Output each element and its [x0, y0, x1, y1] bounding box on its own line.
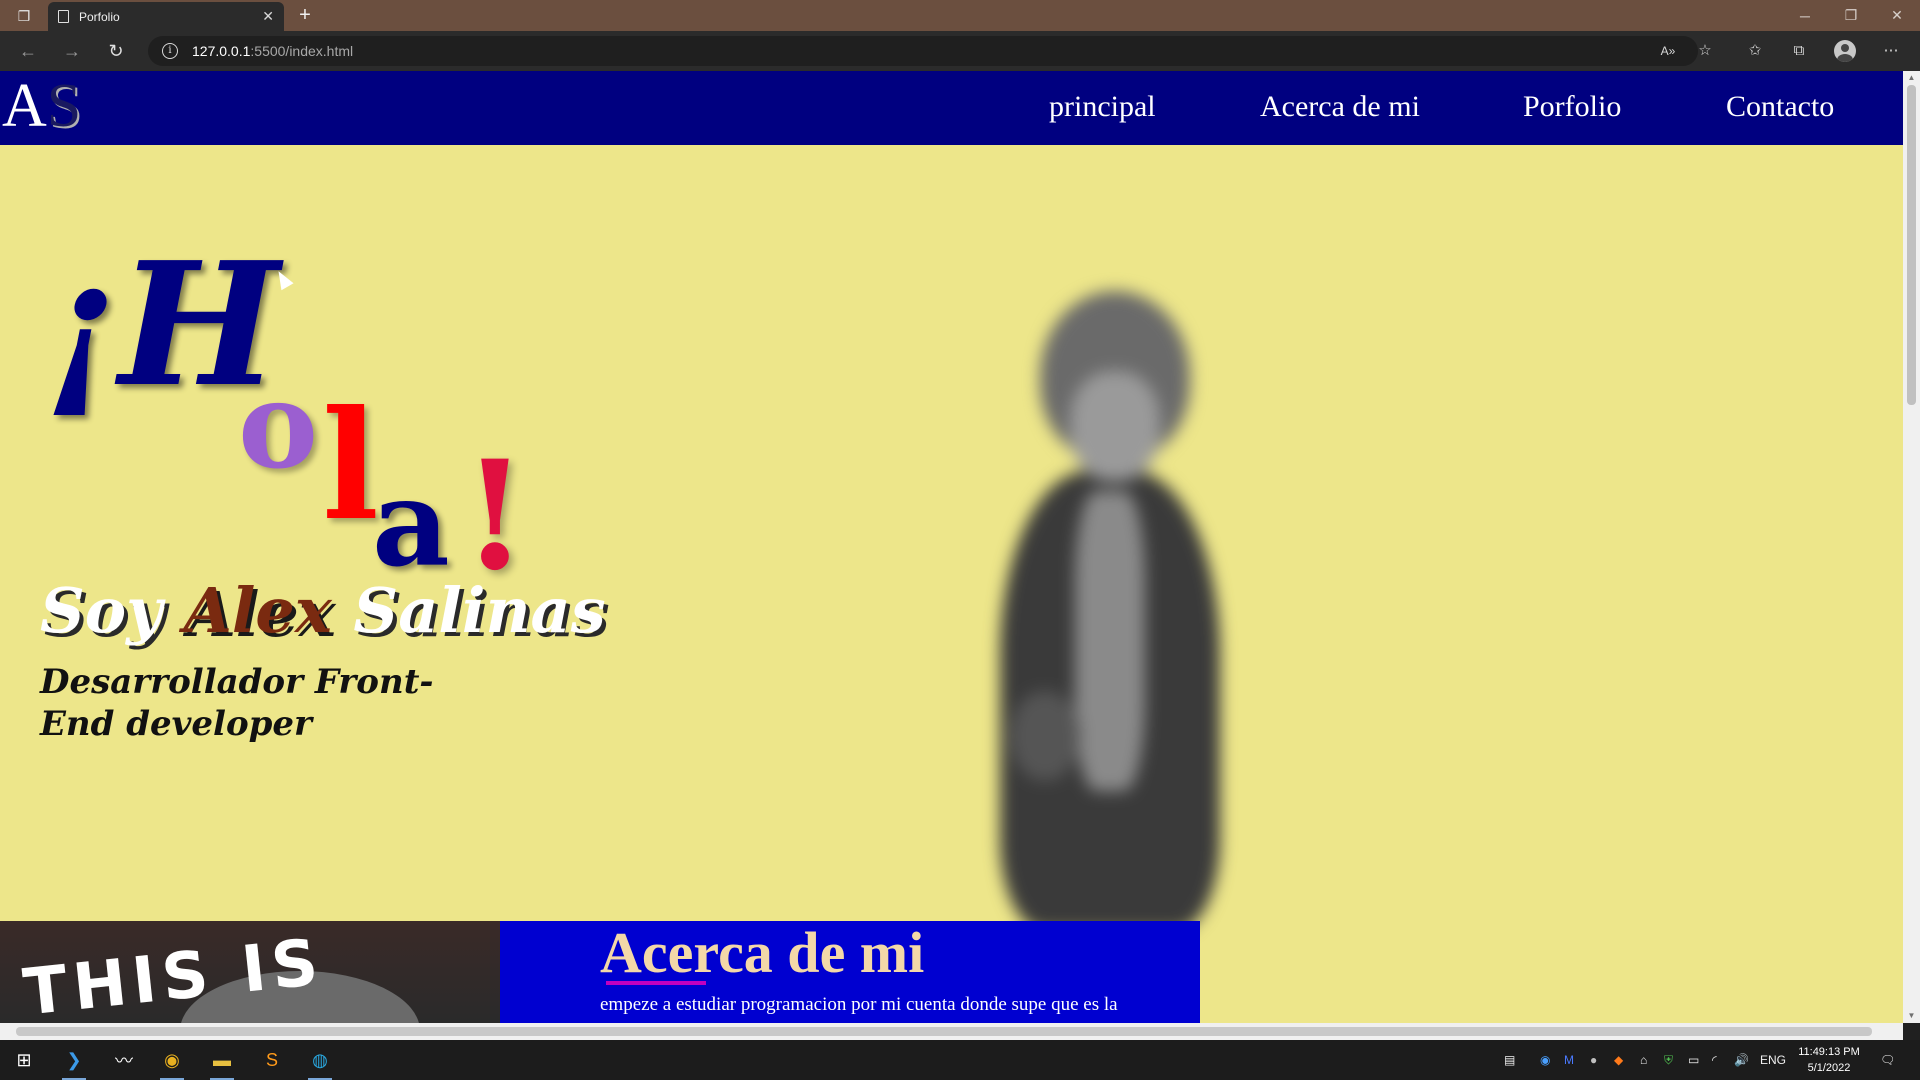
restore-icon[interactable]: ❐ — [1828, 0, 1874, 31]
system-clock[interactable]: 11:49:13 PM 5/1/2022 — [1784, 1044, 1874, 1076]
url-path: :5500/index.html — [250, 43, 354, 59]
browser-toolbar: ← → ↻ i 127.0.0.1:5500/index.html A» ☆ ✩… — [0, 31, 1920, 71]
news-icon[interactable]: ▤ — [1504, 1052, 1515, 1068]
wifi-icon[interactable]: ◜ — [1712, 1052, 1717, 1068]
file-explorer-icon[interactable]: ▬ — [208, 1046, 236, 1080]
chrome-tray-icon[interactable]: ◉ — [1540, 1052, 1550, 1068]
favorites-icon[interactable]: ✩ — [1744, 41, 1766, 61]
tray-app2-icon[interactable]: ◆ — [1614, 1052, 1623, 1068]
address-bar[interactable]: i 127.0.0.1:5500/index.html — [148, 36, 1698, 66]
add-favorite-icon[interactable]: ☆ — [1694, 41, 1716, 61]
chrome-icon[interactable]: ◉ — [158, 1046, 186, 1080]
vertical-scrollbar[interactable]: ▲ ▼ — [1903, 71, 1920, 1023]
profile-photo — [980, 291, 1240, 951]
network-icon[interactable]: ⌂ — [1640, 1052, 1647, 1068]
close-tab-icon[interactable]: ✕ — [262, 8, 274, 25]
site-info-icon[interactable]: i — [162, 43, 178, 59]
nav-acerca-de-mi[interactable]: Acerca de mi — [1260, 89, 1420, 125]
about-section: Acerca de mi empeze a estudiar programac… — [500, 921, 1200, 1023]
start-icon[interactable]: ⊞ — [10, 1046, 38, 1074]
language-indicator[interactable]: ENG — [1760, 1052, 1786, 1068]
hola-exclamation: ! — [462, 428, 528, 604]
sublime-icon[interactable]: S — [258, 1046, 286, 1074]
browser-titlebar: ❐ Porfolio ✕ + ─ ❐ ✕ — [0, 0, 1920, 31]
horizontal-scrollbar[interactable] — [0, 1023, 1903, 1040]
reload-icon[interactable]: ↻ — [102, 39, 130, 63]
hero-subtitle: Desarrollador Front-End developer — [40, 662, 434, 744]
hola-letter-a: a — [372, 453, 450, 594]
display-icon[interactable]: ▭ — [1688, 1052, 1699, 1068]
page-viewport: AS principal Acerca de mi Porfolio Conta… — [0, 71, 1903, 1023]
tray-app-icon[interactable]: ● — [1590, 1052, 1597, 1068]
about-text: empeze a estudiar programacion por mi cu… — [600, 994, 1118, 1015]
hola-letter-l: l — [322, 378, 379, 554]
forward-icon[interactable]: → — [58, 39, 86, 63]
page-icon — [58, 10, 69, 23]
about-underline — [606, 981, 706, 985]
windows-taskbar: ⊞ ❯ 〰 ◉ ▬ S ◍ ▤ ◉ M ● ◆ ⌂ ⛨ ▭ ◜ 🔊 ENG 11… — [0, 1040, 1920, 1080]
this-is-fine-image: THIS IS FINE — [0, 921, 500, 1023]
tab-actions-icon[interactable]: ❐ — [10, 6, 38, 26]
site-logo[interactable]: AS — [2, 73, 81, 139]
collections-icon[interactable]: ⧉ — [1788, 41, 1810, 61]
settings-more-icon[interactable]: ⋯ — [1880, 41, 1902, 61]
browser-tab[interactable]: Porfolio ✕ — [48, 2, 284, 31]
new-tab-icon[interactable]: + — [294, 4, 316, 26]
about-title: Acerca de mi — [600, 920, 925, 985]
back-icon[interactable]: ← — [14, 39, 42, 63]
mail-icon[interactable]: M — [1564, 1052, 1574, 1068]
close-window-icon[interactable]: ✕ — [1874, 0, 1920, 31]
nav-contacto[interactable]: Contacto — [1726, 89, 1834, 125]
volume-icon[interactable]: 🔊 — [1734, 1052, 1749, 1068]
url-host: 127.0.0.1 — [192, 43, 251, 59]
notifications-icon[interactable]: 🗨 — [1880, 1052, 1895, 1068]
read-aloud-icon[interactable]: A» — [1657, 41, 1679, 61]
terminal-icon[interactable]: 〰 — [110, 1046, 138, 1074]
hero-name: Soy Alex Salinas — [40, 574, 606, 647]
profile-avatar-icon[interactable] — [1834, 40, 1856, 62]
nav-porfolio[interactable]: Porfolio — [1523, 89, 1621, 125]
security-icon[interactable]: ⛨ — [1664, 1052, 1673, 1068]
tab-title: Porfolio — [79, 9, 120, 24]
minimize-icon[interactable]: ─ — [1782, 0, 1828, 31]
hola-letter-o: o — [238, 355, 319, 496]
vscode-icon[interactable]: ❯ — [60, 1046, 88, 1080]
nav-principal[interactable]: principal — [1049, 89, 1156, 125]
edge-icon[interactable]: ◍ — [306, 1046, 334, 1080]
site-navbar: AS principal Acerca de mi Porfolio Conta… — [0, 71, 1903, 145]
